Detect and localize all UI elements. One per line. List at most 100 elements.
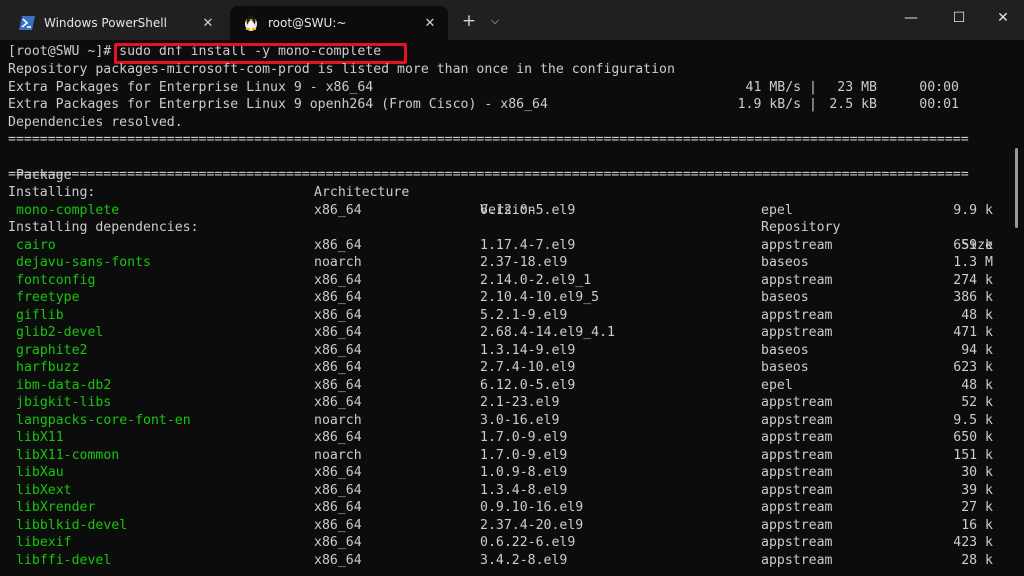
powershell-icon bbox=[18, 14, 36, 32]
scrollbar-thumb[interactable] bbox=[1015, 148, 1018, 228]
package-version: 1.3.14-9.el9 bbox=[480, 342, 576, 358]
tab-label: root@SWU:~ bbox=[268, 16, 347, 30]
package-arch: x86_64 bbox=[314, 237, 362, 253]
package-name: glib2-devel bbox=[16, 325, 104, 340]
chevron-down-icon[interactable]: ⌵ bbox=[484, 10, 506, 32]
package-size: 659 k bbox=[953, 237, 993, 253]
package-size: 16 k bbox=[961, 517, 993, 533]
linux-penguin-icon bbox=[242, 14, 260, 32]
package-repo: appstream bbox=[761, 465, 833, 480]
package-arch: x86_64 bbox=[314, 430, 362, 445]
package-size: 48 k bbox=[961, 377, 993, 393]
info-rate: 1.9 kB/s | bbox=[737, 97, 817, 112]
package-name: libX11-common bbox=[16, 447, 120, 463]
close-tab-icon[interactable]: ✕ bbox=[418, 16, 442, 31]
package-repo: baseos bbox=[761, 360, 809, 375]
table-row: graphite2 x86_64 1.3.14-9.el9 baseos 94 k bbox=[0, 342, 1004, 360]
package-repo: appstream bbox=[761, 535, 833, 550]
package-arch: x86_64 bbox=[314, 552, 362, 568]
package-repo: appstream bbox=[761, 237, 833, 253]
package-repo: appstream bbox=[761, 430, 833, 445]
table-row: glib2-devel x86_64 2.68.4-14.el9_4.1 appstr… bbox=[0, 324, 1004, 342]
info-rate: 41 MB/s | bbox=[745, 79, 817, 95]
table-row: cairo x86_64 1.17.4-7.el9 appstream 659 k bbox=[0, 237, 1004, 255]
package-repo: epel bbox=[761, 202, 793, 218]
package-arch: x86_64 bbox=[314, 202, 362, 218]
close-tab-icon[interactable]: ✕ bbox=[196, 16, 220, 31]
table-row: fontconfig x86_64 2.14.0-2.el9_1 appstream 2… bbox=[0, 272, 1004, 290]
info-line: Repository packages-microsoft-com-prod i… bbox=[0, 61, 1000, 79]
package-arch: x86_64 bbox=[314, 342, 362, 358]
table-row: freetype x86_64 2.10.4-10.el9_5 baseos 386 k bbox=[0, 289, 1004, 307]
package-size: 650 k bbox=[953, 430, 993, 445]
tab-label: Windows PowerShell bbox=[44, 16, 167, 30]
info-line: Extra Packages for Enterprise Linux 9 - … bbox=[0, 79, 1000, 97]
package-repo: appstream bbox=[761, 412, 833, 428]
package-arch: x86_64 bbox=[314, 307, 362, 323]
new-tab-button[interactable]: + bbox=[456, 10, 482, 32]
tab-windows-powershell[interactable]: Windows PowerShell ✕ bbox=[6, 6, 226, 40]
package-size: 151 k bbox=[953, 447, 993, 463]
package-version: 1.3.4-8.el9 bbox=[480, 482, 568, 498]
package-version: 1.7.0-9.el9 bbox=[480, 430, 568, 445]
package-version: 0.9.10-16.el9 bbox=[480, 500, 584, 515]
table-row: libblkid-devel x86_64 2.37.4-20.el9 appstre… bbox=[0, 517, 1004, 535]
header-repository: Repository bbox=[761, 220, 841, 235]
prompt: [root@SWU ~]# bbox=[8, 44, 120, 59]
package-name: libXrender bbox=[16, 500, 96, 515]
package-size: 28 k bbox=[961, 552, 993, 568]
package-name: libblkid-devel bbox=[16, 517, 128, 533]
package-name: graphite2 bbox=[16, 342, 88, 358]
package-arch: x86_64 bbox=[314, 290, 362, 305]
package-size: 48 k bbox=[961, 307, 993, 323]
info-text: Extra Packages for Enterprise Linux 9 - … bbox=[8, 79, 374, 95]
package-arch: x86_64 bbox=[314, 272, 362, 288]
table-row: libXrender x86_64 0.9.10-16.el9 appstream 27… bbox=[0, 499, 1004, 517]
info-line: Extra Packages for Enterprise Linux 9 op… bbox=[0, 96, 1000, 114]
table-row: langpacks-core-font-en noarch 3.0-16.el9 ap… bbox=[0, 412, 1004, 430]
minimize-button[interactable]: — bbox=[888, 0, 934, 36]
package-size: 386 k bbox=[953, 290, 993, 305]
info-size: 2.5 kB bbox=[829, 97, 877, 112]
package-version: 0.6.22-6.el9 bbox=[480, 535, 576, 550]
section-label-dependencies: Installing dependencies: bbox=[8, 220, 199, 235]
package-arch: noarch bbox=[314, 255, 362, 270]
package-version: 2.68.4-14.el9_4.1 bbox=[480, 325, 615, 340]
package-version: 5.2.1-9.el9 bbox=[480, 307, 568, 323]
package-arch: x86_64 bbox=[314, 325, 362, 340]
package-version: 1.7.0-9.el9 bbox=[480, 447, 568, 463]
package-size: 30 k bbox=[961, 465, 993, 480]
table-row: jbigkit-libs x86_64 2.1-23.el9 appstream 52 … bbox=[0, 394, 1004, 412]
package-size: 423 k bbox=[953, 535, 993, 550]
package-version: 6.12.0-5.el9 bbox=[480, 377, 576, 393]
package-arch: x86_64 bbox=[314, 500, 362, 515]
package-size: 1.3 M bbox=[953, 255, 993, 270]
package-version: 3.4.2-8.el9 bbox=[480, 552, 568, 568]
package-version: 2.37.4-20.el9 bbox=[480, 517, 584, 533]
package-repo: appstream bbox=[761, 517, 833, 533]
package-name: libXau bbox=[16, 465, 64, 480]
package-name: libffi-devel bbox=[16, 552, 112, 568]
table-header: Package Architecture Version Repository … bbox=[0, 149, 1004, 253]
tab-root-swu[interactable]: root@SWU:~ ✕ bbox=[230, 6, 448, 40]
close-window-button[interactable]: ✕ bbox=[980, 0, 1024, 36]
table-row: libXau x86_64 1.0.9-8.el9 appstream 30 k bbox=[0, 464, 1004, 482]
package-size: 274 k bbox=[953, 272, 993, 288]
package-name: mono-complete bbox=[16, 202, 120, 218]
package-repo: appstream bbox=[761, 307, 833, 323]
table-row: harfbuzz x86_64 2.7.4-10.el9 baseos 623 k bbox=[0, 359, 1004, 377]
package-size: 471 k bbox=[953, 325, 993, 340]
info-line: Dependencies resolved. bbox=[0, 114, 1000, 132]
table-row: mono-complete x86_64 6.12.0-5.el9 epel 9.9 k bbox=[0, 202, 1004, 220]
package-repo: appstream bbox=[761, 447, 833, 463]
package-repo: appstream bbox=[761, 395, 833, 410]
info-text: Extra Packages for Enterprise Linux 9 op… bbox=[8, 97, 548, 112]
terminal-output[interactable]: [root@SWU ~]# sudo dnf install -y mono-c… bbox=[0, 40, 1024, 576]
maximize-button[interactable]: ☐ bbox=[936, 0, 982, 36]
package-repo: baseos bbox=[761, 342, 809, 358]
info-time: 00:01 bbox=[919, 97, 959, 112]
info-text: Dependencies resolved. bbox=[8, 114, 183, 130]
package-version: 3.0-16.el9 bbox=[480, 412, 560, 428]
package-repo: appstream bbox=[761, 500, 833, 515]
package-version: 2.14.0-2.el9_1 bbox=[480, 272, 592, 288]
